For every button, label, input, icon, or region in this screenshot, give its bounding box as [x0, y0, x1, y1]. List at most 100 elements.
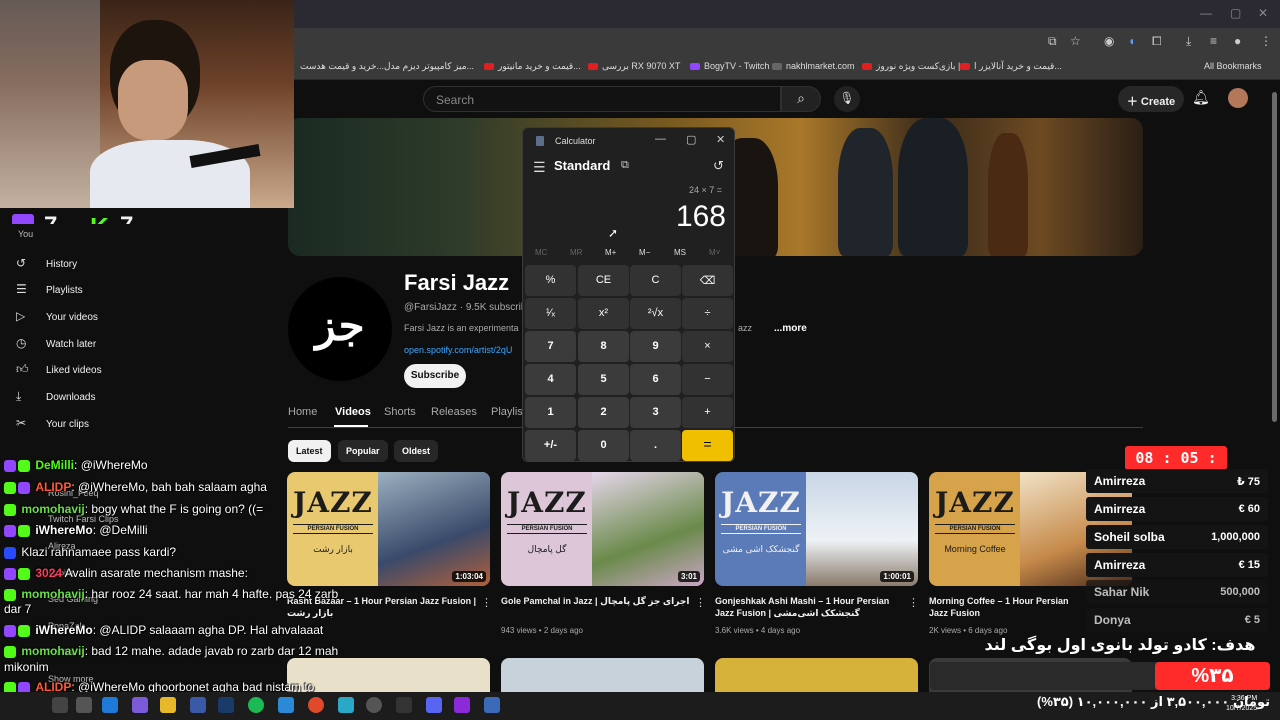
menu-icon[interactable]: ⋮	[1260, 34, 1272, 48]
app-icon[interactable]	[278, 697, 294, 713]
memory-add-button[interactable]: M+	[605, 248, 616, 257]
clear-entry-key[interactable]: CE	[578, 265, 629, 296]
close-icon[interactable]: ✕	[1258, 6, 1268, 20]
steam-icon[interactable]	[218, 697, 234, 713]
chip-latest[interactable]: Latest	[288, 440, 331, 462]
minimize-icon[interactable]: —	[1200, 6, 1212, 20]
digit-6-key[interactable]: 6	[630, 364, 681, 395]
calculator-taskbar-icon[interactable]	[484, 697, 500, 713]
bookmark[interactable]: BogyTV - Twitch	[690, 61, 769, 71]
bookmark[interactable]: قیمت و خرید آنالایزر ا...	[960, 61, 1062, 72]
channel-link[interactable]: open.spotify.com/artist/2qU	[404, 345, 512, 355]
chrome-icon[interactable]	[308, 697, 324, 713]
subscribe-button[interactable]: Subscribe	[404, 364, 466, 388]
multiply-key[interactable]: ×	[682, 331, 733, 362]
digit-7-key[interactable]: 7	[525, 331, 576, 362]
digit-2-key[interactable]: 2	[578, 397, 629, 428]
search-input[interactable]: Search	[423, 86, 781, 112]
subtract-key[interactable]: −	[682, 364, 733, 395]
close-icon[interactable]: ✕	[716, 133, 725, 146]
extension-icon[interactable]: ◉	[1104, 34, 1114, 48]
app-icon[interactable]	[132, 697, 148, 713]
chip-oldest[interactable]: Oldest	[394, 440, 439, 462]
more-vert-icon[interactable]: ⋮	[481, 596, 492, 609]
channel-description[interactable]: Farsi Jazz is an experimenta	[404, 323, 519, 333]
task-view-icon[interactable]	[76, 697, 92, 713]
scrollbar[interactable]	[1272, 92, 1277, 422]
digit-0-key[interactable]: 0	[578, 430, 629, 461]
tab-shorts[interactable]: Shorts	[384, 406, 416, 418]
sidebar-item-liked-videos[interactable]: 👍︎ Liked videos	[16, 362, 102, 377]
spotify-icon[interactable]	[248, 697, 264, 713]
system-clock[interactable]: 3:36 PM 10/7/2025	[1226, 694, 1257, 714]
video-thumbnail[interactable]: JAZZ PERSIAN FUSION گنجشکک اشی مشی 1:00:…	[715, 472, 918, 586]
history-icon[interactable]: ↺	[713, 158, 724, 174]
bookmark[interactable]: بررسی RX 9070 XT	[588, 61, 680, 72]
bookmark[interactable]: خرید و قیمت هدست...	[300, 61, 384, 72]
percent-key[interactable]: %	[525, 265, 576, 296]
edge-icon[interactable]	[102, 697, 118, 713]
bookmark[interactable]: میز کامپیوتر دیزم مدل...	[384, 61, 474, 72]
memory-store-button[interactable]: MS	[674, 248, 686, 257]
equals-key[interactable]: =	[682, 430, 733, 461]
sidebar-item-your-clips[interactable]: ✂ Your clips	[16, 416, 89, 430]
maximize-icon[interactable]: ▢	[1230, 6, 1241, 20]
tab-home[interactable]: Home	[288, 406, 317, 418]
video-title[interactable]: Gonjeshkak Ashi Mashi – 1 Hour Persian J…	[715, 595, 905, 619]
bookmark[interactable]: بازی‌کست ویژه نوروز |...	[862, 61, 968, 72]
sqrt-key[interactable]: ²√x	[630, 298, 681, 329]
app-icon[interactable]	[190, 697, 206, 713]
app-icon[interactable]	[396, 697, 412, 713]
calculator-window[interactable]: Calculator — ▢ ✕ ☰ Standard ⧉ ↺ 24 × 7 =…	[522, 127, 735, 462]
search-button[interactable]: ⌕	[781, 86, 821, 112]
video-title[interactable]: Morning Coffee – 1 Hour Persian Jazz Fus…	[929, 595, 1089, 619]
channel-avatar[interactable]: جز	[288, 277, 392, 381]
decimal-key[interactable]: .	[630, 430, 681, 461]
sidebar-item-playlists[interactable]: ☰ Playlists	[16, 282, 83, 296]
avatar[interactable]	[1228, 88, 1248, 108]
obs-icon[interactable]	[366, 697, 382, 713]
app-icon[interactable]	[454, 697, 470, 713]
create-button[interactable]: ＋ Create	[1118, 86, 1184, 112]
bell-icon[interactable]: 🔔︎	[1192, 89, 1210, 106]
digit-3-key[interactable]: 3	[630, 397, 681, 428]
sidebar-item-history[interactable]: ↺ History	[16, 256, 77, 270]
media-icon[interactable]: ≡	[1210, 34, 1217, 48]
add-key[interactable]: +	[682, 397, 733, 428]
bookmark-star-icon[interactable]: ☆	[1070, 34, 1081, 48]
digit-4-key[interactable]: 4	[525, 364, 576, 395]
memory-clear-button[interactable]: MC	[535, 248, 547, 257]
maximize-icon[interactable]: ▢	[686, 133, 696, 146]
chip-popular[interactable]: Popular	[338, 440, 388, 462]
divide-key[interactable]: ÷	[682, 298, 733, 329]
translate-icon[interactable]: ◖	[1128, 34, 1135, 48]
voice-search-button[interactable]: 🎙︎	[834, 86, 860, 112]
video-title[interactable]: Gole Pamchal in Jazz | اجرای جز گل پامچا…	[501, 595, 691, 607]
profile-icon[interactable]: ●	[1234, 34, 1241, 48]
minimize-icon[interactable]: —	[655, 133, 666, 145]
clear-key[interactable]: C	[630, 265, 681, 296]
bookmark[interactable]: nakhlmarket.com	[772, 61, 855, 71]
sidebar-item-your-videos[interactable]: ▷ Your videos	[16, 309, 98, 323]
reciprocal-key[interactable]: ¹⁄ₓ	[525, 298, 576, 329]
video-thumbnail[interactable]: JAZZ PERSIAN FUSION بازار رشت 1:03:04	[287, 472, 490, 586]
discord-icon[interactable]	[426, 697, 442, 713]
memory-list-button[interactable]: M˅	[709, 248, 720, 257]
file-explorer-icon[interactable]	[160, 697, 176, 713]
download-icon[interactable]: ⤓	[1186, 34, 1191, 49]
all-bookmarks[interactable]: All Bookmarks	[1204, 61, 1262, 71]
puzzle-icon[interactable]: ⧠	[1152, 34, 1162, 49]
video-thumbnail[interactable]: JAZZ PERSIAN FUSION گل پامچال 3:01	[501, 472, 704, 586]
bookmark[interactable]: قیمت و خرید مانیتور...	[484, 61, 581, 72]
hamburger-icon[interactable]: ☰	[533, 159, 546, 176]
memory-recall-button[interactable]: MR	[570, 248, 582, 257]
tab-videos[interactable]: Videos	[335, 406, 371, 418]
digit-5-key[interactable]: 5	[578, 364, 629, 395]
more-vert-icon[interactable]: ⋮	[695, 596, 706, 609]
more-vert-icon[interactable]: ⋮	[908, 596, 919, 609]
cast-icon[interactable]: ⧉	[1048, 34, 1057, 49]
negate-key[interactable]: +/-	[525, 430, 576, 461]
more-link[interactable]: ...more	[774, 323, 807, 334]
sidebar-item-watch-later[interactable]: ◷ Watch later	[16, 336, 96, 350]
memory-subtract-button[interactable]: M−	[639, 248, 650, 257]
